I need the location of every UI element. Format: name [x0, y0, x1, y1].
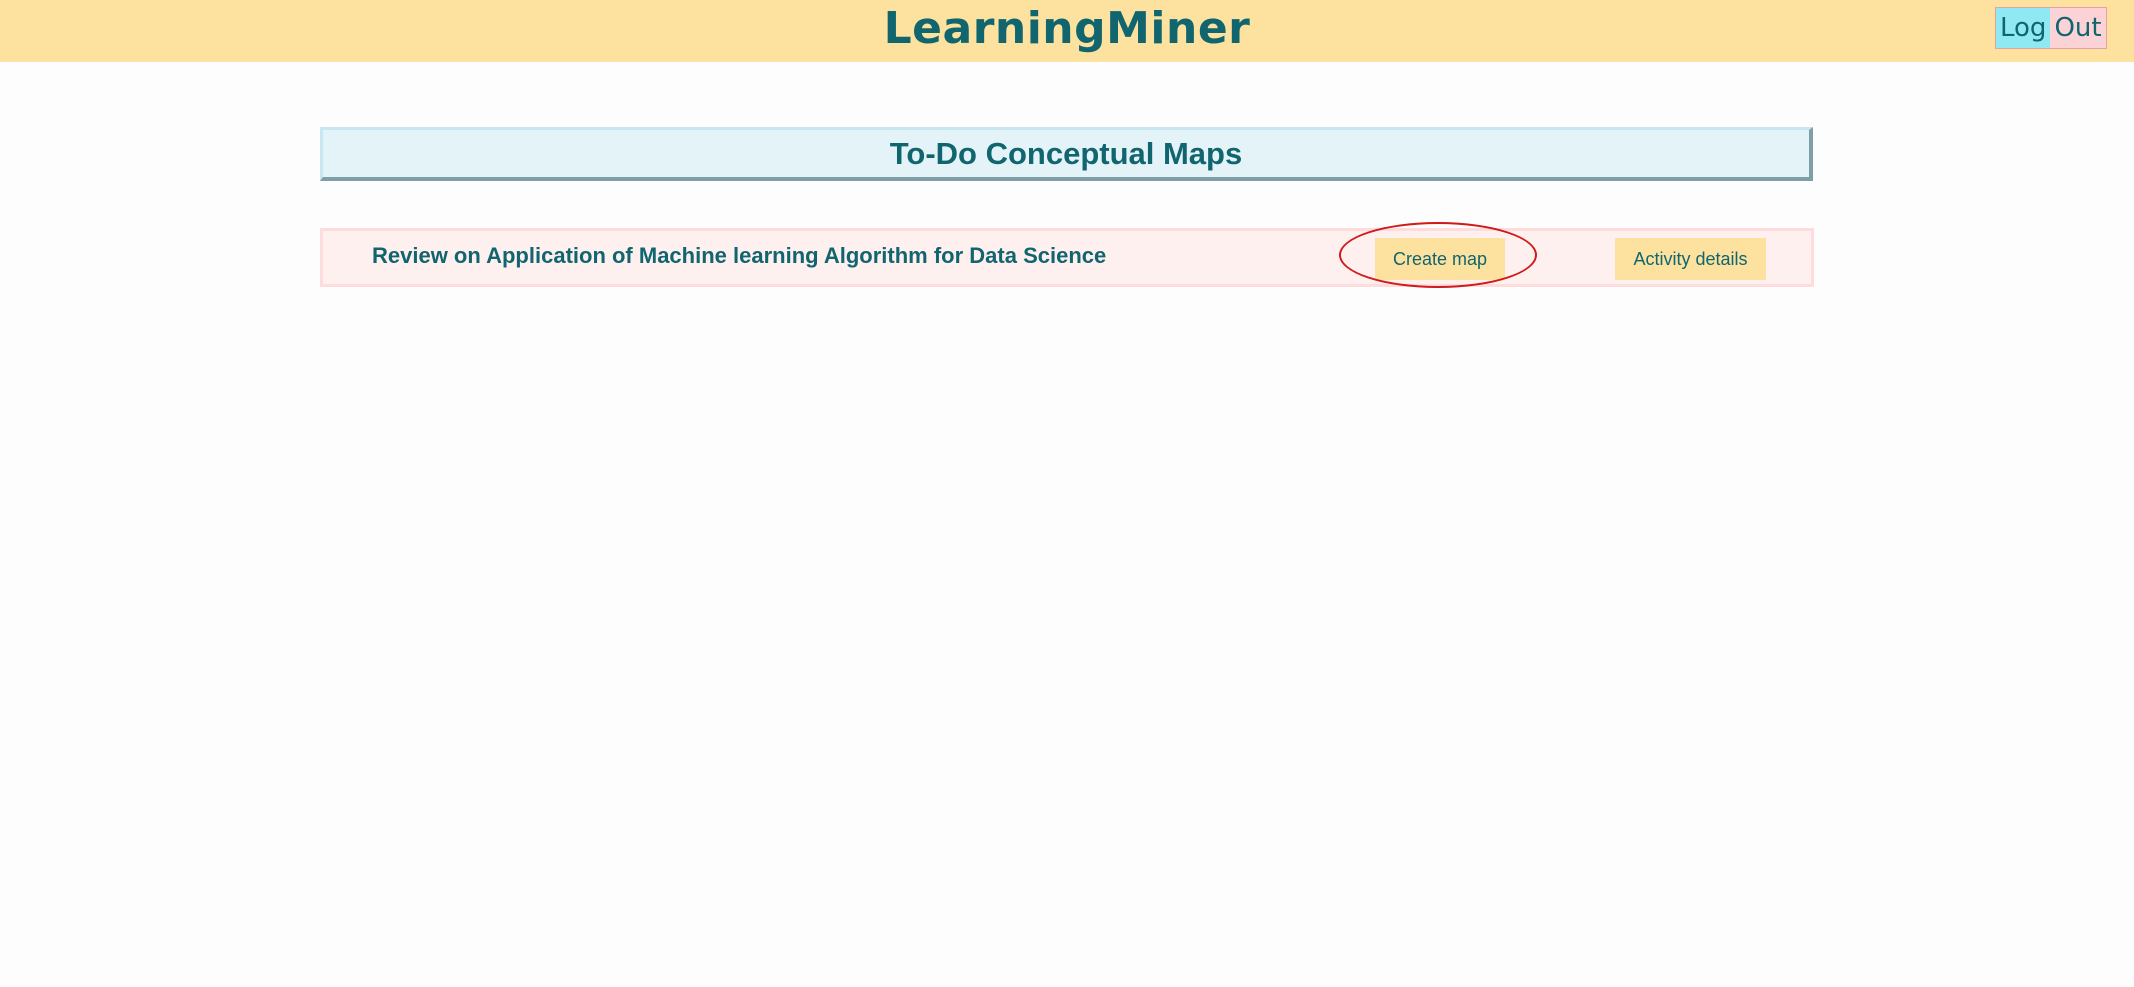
section-header: To-Do Conceptual Maps: [320, 127, 1813, 181]
logout-button[interactable]: Log Out: [1995, 7, 2107, 49]
activity-details-button[interactable]: Activity details: [1615, 238, 1766, 280]
app-title: LearningMiner: [883, 3, 1251, 54]
logout-label-out: Out: [2050, 8, 2106, 48]
page-title: To-Do Conceptual Maps: [889, 136, 1243, 171]
top-bar: LearningMiner Log Out: [0, 0, 2134, 62]
create-map-button[interactable]: Create map: [1375, 238, 1505, 280]
logout-label-log: Log: [1996, 8, 2051, 48]
map-title: Review on Application of Machine learnin…: [372, 243, 1107, 268]
list-item: Review on Application of Machine learnin…: [320, 228, 1814, 287]
